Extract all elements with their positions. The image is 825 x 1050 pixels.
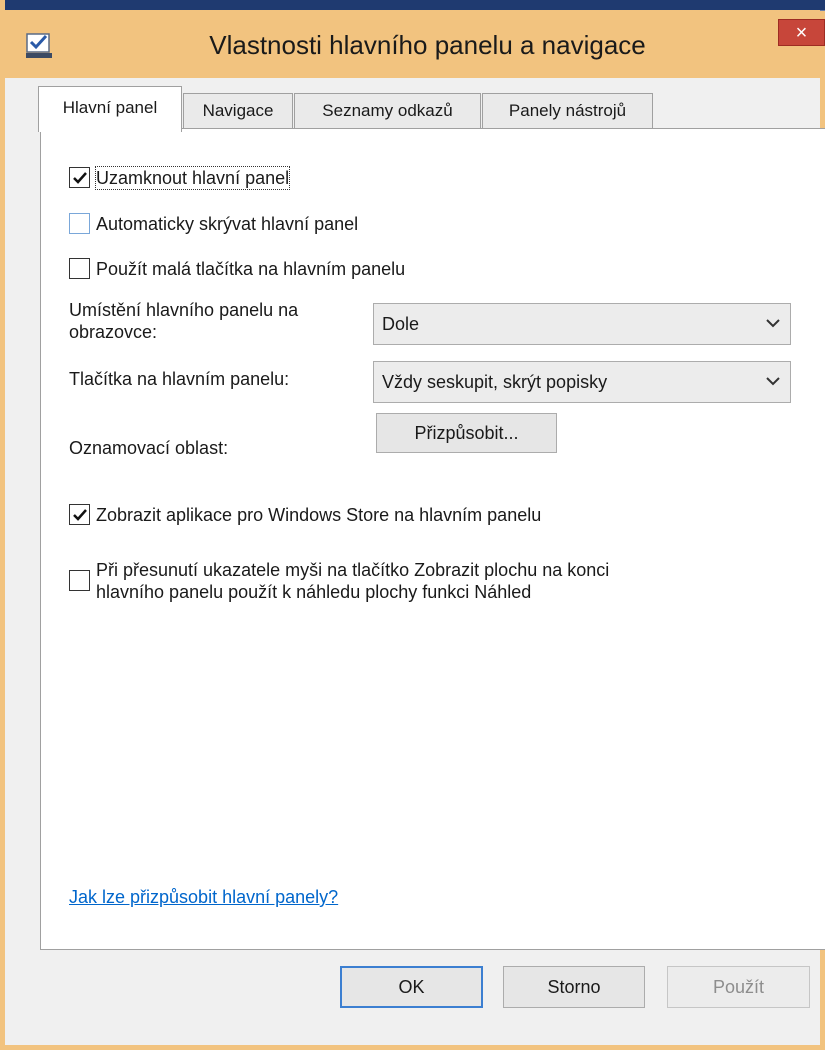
peek-option[interactable]: Při přesunutí ukazatele myši na tlačítko… (69, 559, 609, 603)
auto-hide-option[interactable]: Automaticky skrývat hlavní panel (69, 213, 358, 235)
close-icon: × (795, 22, 808, 44)
small-buttons-option[interactable]: Použít malá tlačítka na hlavním panelu (69, 258, 405, 280)
store-apps-checkbox[interactable] (69, 504, 90, 525)
help-link[interactable]: Jak lze přizpůsobit hlavní panely? (69, 887, 338, 908)
apply-button[interactable]: Použít (667, 966, 810, 1008)
tab-panely-nastroju[interactable]: Panely nástrojů (482, 93, 653, 128)
peek-checkbox[interactable] (69, 570, 90, 591)
chevron-down-icon (766, 319, 780, 328)
checkmark-icon (72, 508, 87, 521)
chevron-down-icon (766, 377, 780, 386)
cancel-button[interactable]: Storno (503, 966, 645, 1008)
tab-panel: Uzamknout hlavní panel Automaticky skrýv… (40, 128, 825, 950)
tab-hlavni-panel[interactable]: Hlavní panel (38, 86, 182, 132)
auto-hide-checkbox[interactable] (69, 213, 90, 234)
location-select-value: Dole (382, 314, 420, 334)
dialog-window: Vlastnosti hlavního panelu a navigace × … (0, 0, 825, 1050)
lock-taskbar-option[interactable]: Uzamknout hlavní panel (69, 166, 291, 190)
notification-area-label: Oznamovací oblast: (69, 438, 229, 458)
checkmark-icon (72, 171, 87, 184)
peek-label: Při přesunutí ukazatele myši na tlačítko… (96, 559, 609, 603)
tab-navigace[interactable]: Navigace (183, 93, 293, 128)
lock-taskbar-checkbox[interactable] (69, 167, 90, 188)
location-label-line2: obrazovce: (69, 322, 158, 342)
tab-seznamy-odkazu[interactable]: Seznamy odkazů (294, 93, 481, 128)
peek-label-line2: hlavního panelu použít k náhledu plochy … (96, 582, 532, 602)
ok-button[interactable]: OK (340, 966, 483, 1008)
location-label-line1: Umístění hlavního panelu na (69, 300, 299, 320)
taskbar-buttons-select[interactable]: Vždy seskupit, skrýt popisky (373, 361, 791, 403)
taskbar-buttons-label: Tlačítka na hlavním panelu: (69, 369, 290, 389)
location-select[interactable]: Dole (373, 303, 791, 345)
window-title: Vlastnosti hlavního panelu a navigace (209, 30, 646, 60)
close-button[interactable]: × (778, 19, 825, 46)
location-label: Umístění hlavního panelu na obrazovce: (69, 299, 298, 343)
small-buttons-checkbox[interactable] (69, 258, 90, 279)
auto-hide-label: Automaticky skrývat hlavní panel (96, 214, 359, 234)
small-buttons-label: Použít malá tlačítka na hlavním panelu (96, 259, 406, 279)
customize-button[interactable]: Přizpůsobit... (376, 413, 557, 453)
store-apps-label: Zobrazit aplikace pro Windows Store na h… (96, 505, 542, 525)
store-apps-option[interactable]: Zobrazit aplikace pro Windows Store na h… (69, 504, 541, 526)
peek-label-line1: Při přesunutí ukazatele myši na tlačítko… (96, 560, 610, 580)
title-bar[interactable]: Vlastnosti hlavního panelu a navigace × (5, 10, 825, 78)
taskbar-buttons-select-value: Vždy seskupit, skrýt popisky (382, 372, 608, 392)
lock-taskbar-label: Uzamknout hlavní panel (94, 166, 291, 190)
